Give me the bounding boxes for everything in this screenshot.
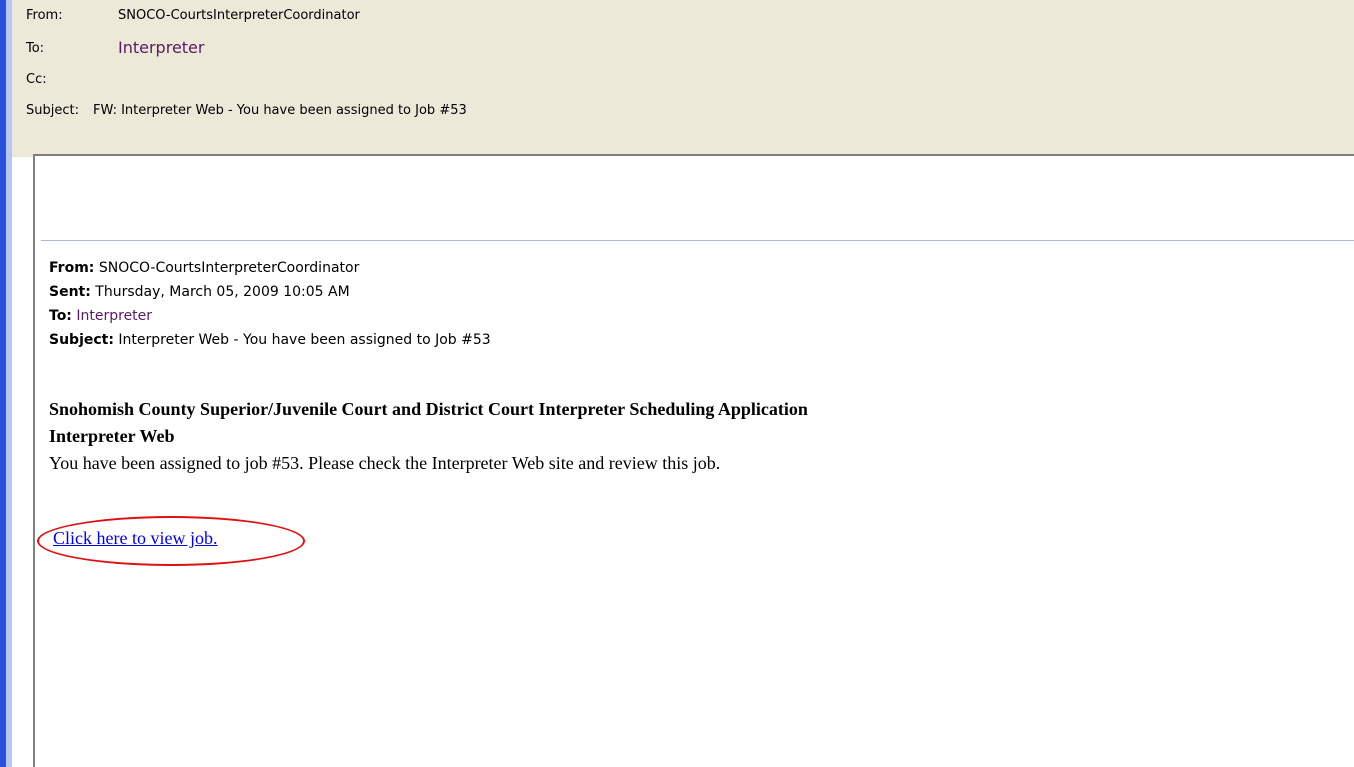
email-window: From: SNOCO-CourtsInterpreterCoordinator…	[0, 0, 1354, 767]
app-title: Snohomish County Superior/Juvenile Court…	[49, 399, 808, 419]
forwarded-sent-value: Thursday, March 05, 2009 10:05 AM	[95, 284, 350, 300]
cc-label: Cc:	[26, 72, 47, 87]
forwarded-sent-line: Sent: Thursday, March 05, 2009 10:05 AM	[49, 280, 491, 304]
to-recipient[interactable]: Interpreter	[118, 38, 204, 57]
view-job-link[interactable]: Click here to view job.	[53, 528, 217, 549]
forwarded-from-label: From:	[49, 260, 95, 276]
subject-label: Subject:	[26, 103, 79, 118]
subject-value: FW: Interpreter Web - You have been assi…	[93, 103, 467, 118]
forwarded-from-line: From: SNOCO-CourtsInterpreterCoordinator	[49, 256, 491, 280]
to-label: To:	[26, 41, 45, 56]
message-content: Snohomish County Superior/Juvenile Court…	[49, 396, 808, 477]
from-label: From:	[26, 8, 63, 23]
forwarded-from-value: SNOCO-CourtsInterpreterCoordinator	[98, 260, 360, 276]
forwarded-to-line: To: Interpreter	[49, 304, 491, 328]
from-value: SNOCO-CourtsInterpreterCoordinator	[118, 8, 360, 23]
forwarded-sent-label: Sent:	[49, 284, 91, 300]
forwarded-subject-line: Subject: Interpreter Web - You have been…	[49, 328, 491, 352]
forwarded-header: From: SNOCO-CourtsInterpreterCoordinator…	[49, 256, 491, 352]
assignment-message: You have been assigned to job #53. Pleas…	[49, 453, 721, 473]
app-subtitle: Interpreter Web	[49, 426, 175, 446]
message-body: From: SNOCO-CourtsInterpreterCoordinator…	[33, 154, 1354, 767]
forwarded-to-label: To:	[49, 308, 72, 324]
forwarded-subject-value: Interpreter Web - You have been assigned…	[118, 332, 491, 348]
email-header: From: SNOCO-CourtsInterpreterCoordinator…	[12, 0, 1354, 157]
forwarded-to-value[interactable]: Interpreter	[76, 308, 152, 324]
forward-divider	[41, 240, 1354, 241]
forwarded-subject-label: Subject:	[49, 332, 114, 348]
